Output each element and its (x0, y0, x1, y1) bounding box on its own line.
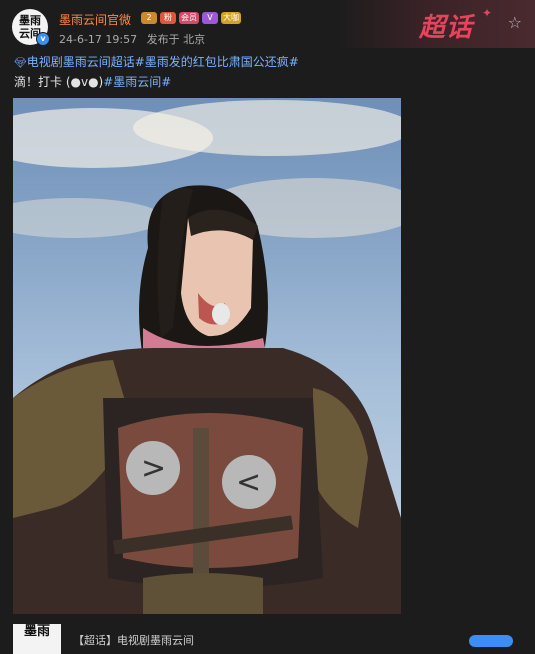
chaohua-card-title: 【超话】电视剧墨雨云间 (73, 634, 194, 647)
post-line-2: 滴！打卡 (●v●)#墨雨云间# (14, 73, 514, 92)
chaohua-card-avatar: 墨雨 (13, 624, 61, 654)
svg-text:<: < (236, 465, 261, 500)
post-meta: 24-6-17 19:57 发布于 北京 (59, 31, 211, 47)
post-source: 发布于 北京 (146, 33, 206, 46)
account-name[interactable]: 墨雨云间官微 (59, 11, 131, 28)
v-badge: V (202, 12, 218, 24)
member-badge: 会员 (179, 12, 199, 24)
user-badges: 2 粉 会员 V 大咖 (141, 12, 241, 24)
fan-badge: 粉 (160, 12, 176, 24)
diamond-icon: 💎︎ (14, 58, 27, 69)
topic-link-hongbao[interactable]: #墨雨发的红包比肃国公还疯# (135, 55, 299, 69)
follow-button[interactable] (469, 635, 513, 647)
post-body: 💎︎电视剧墨雨云间超话#墨雨发的红包比肃国公还疯# 滴！打卡 (●v●)#墨雨云… (14, 53, 514, 92)
account-avatar[interactable]: 墨雨 云间 v (12, 9, 50, 46)
avatar-text-1: 墨雨 (19, 14, 41, 27)
topic-link-moyu[interactable]: #墨雨云间# (103, 75, 171, 89)
photo-illustration: > < (13, 100, 401, 614)
post-checkin-text: 滴！打卡 (●v●) (14, 75, 104, 89)
sparkle-icon: ✦ (481, 6, 492, 20)
chaohua-logo[interactable]: 超话 (419, 7, 473, 44)
vip-badge: 大咖 (221, 12, 241, 24)
post-date: 24-6-17 19:57 (59, 33, 138, 46)
post-line-1: 💎︎电视剧墨雨云间超话#墨雨发的红包比肃国公还疯# (14, 53, 514, 73)
post-photo[interactable]: > < (13, 98, 401, 614)
level-badge: 2 (141, 12, 157, 24)
post-header: 墨雨 云间 v 墨雨云间官微 2 粉 会员 V 大咖 24-6-17 19:57… (0, 0, 535, 50)
star-icon[interactable]: ☆ (508, 13, 522, 32)
svg-text:>: > (141, 451, 166, 486)
verified-badge-icon: v (36, 32, 50, 46)
chaohua-card[interactable]: 墨雨 【超话】电视剧墨雨云间 (13, 622, 535, 654)
topic-link-chaohua[interactable]: 电视剧墨雨云间超话 (27, 55, 135, 69)
